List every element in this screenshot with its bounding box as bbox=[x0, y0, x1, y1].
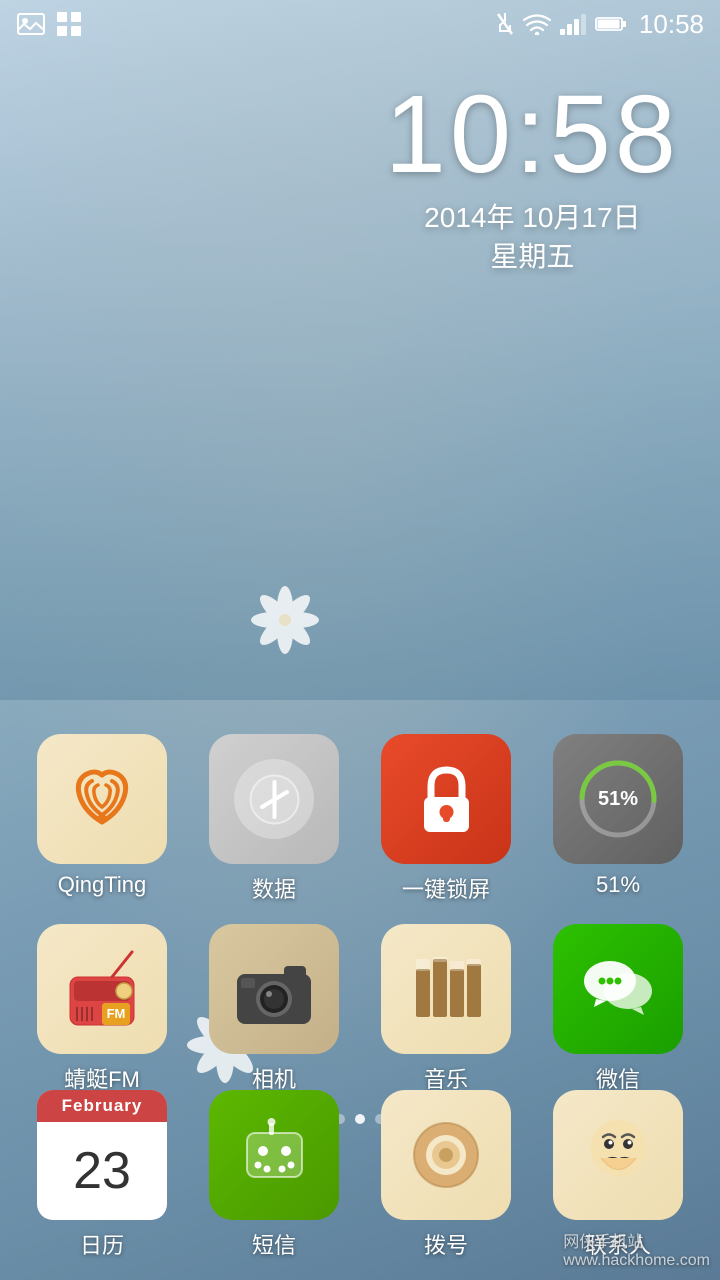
app-sms[interactable]: 短信 bbox=[197, 1090, 352, 1260]
dialer-label: 拨号 bbox=[424, 1228, 468, 1260]
calendar-icon: February 23 bbox=[37, 1090, 167, 1220]
svg-text:51%: 51% bbox=[598, 788, 638, 810]
wechat-icon bbox=[553, 924, 683, 1054]
app-dialer[interactable]: 拨号 bbox=[369, 1090, 524, 1260]
status-bar: 10:58 bbox=[0, 0, 720, 48]
app-data[interactable]: 数据 bbox=[197, 734, 352, 904]
sms-icon bbox=[209, 1090, 339, 1220]
lockscreen-label: 一键锁屏 bbox=[402, 872, 490, 904]
status-time: 10:58 bbox=[639, 9, 704, 40]
calendar-month: February bbox=[37, 1090, 167, 1122]
app-grid: QingTing 数据 bbox=[0, 734, 720, 1140]
music-icon bbox=[381, 924, 511, 1054]
clock-area: 10:58 2014年 10月17日 星期五 bbox=[385, 80, 680, 276]
qingting-icon bbox=[37, 734, 167, 864]
app-row-1: QingTing 数据 bbox=[16, 734, 704, 904]
app-qingting[interactable]: QingTing bbox=[25, 734, 180, 904]
app-battery[interactable]: 51% 51% bbox=[541, 734, 696, 904]
battery-app-icon: 51% bbox=[553, 734, 683, 864]
wifi-icon bbox=[523, 13, 551, 35]
camera-icon bbox=[209, 924, 339, 1054]
data-label: 数据 bbox=[252, 872, 296, 904]
status-bar-right: 10:58 bbox=[495, 9, 704, 40]
clock-time: 10:58 bbox=[385, 80, 680, 190]
clock-date: 2014年 10月17日 星期五 bbox=[385, 198, 680, 276]
gallery-icon bbox=[16, 12, 46, 36]
contacts-icon bbox=[553, 1090, 683, 1220]
signal-bars-icon bbox=[559, 13, 587, 35]
app-lockscreen[interactable]: 一键锁屏 bbox=[369, 734, 524, 904]
calendar-label: 日历 bbox=[80, 1228, 124, 1260]
data-icon bbox=[209, 734, 339, 864]
watermark: 网侠手机站 www.hackhome.com bbox=[563, 1228, 710, 1270]
app-wechat[interactable]: 微信 bbox=[541, 924, 696, 1094]
svg-text:FM: FM bbox=[107, 1006, 126, 1021]
app-music[interactable]: 音乐 bbox=[369, 924, 524, 1094]
app-dragonflyfm[interactable]: FM 蜻蜓FM bbox=[25, 924, 180, 1094]
app-camera[interactable]: 相机 bbox=[197, 924, 352, 1094]
fm-icon: FM bbox=[37, 924, 167, 1054]
flower-decoration-1 bbox=[245, 580, 325, 665]
dialer-icon bbox=[381, 1090, 511, 1220]
calendar-day: 23 bbox=[73, 1122, 131, 1220]
grid-icon bbox=[56, 11, 82, 37]
sms-label: 短信 bbox=[252, 1228, 296, 1260]
qingting-label: QingTing bbox=[58, 872, 146, 898]
app-row-2: FM 蜻蜓FM bbox=[16, 924, 704, 1094]
app-calendar[interactable]: February 23 日历 bbox=[25, 1090, 180, 1260]
lockscreen-icon bbox=[381, 734, 511, 864]
battery-icon bbox=[595, 15, 627, 33]
status-bar-left bbox=[16, 11, 82, 37]
mute-icon bbox=[495, 11, 515, 37]
battery-label: 51% bbox=[596, 872, 640, 898]
